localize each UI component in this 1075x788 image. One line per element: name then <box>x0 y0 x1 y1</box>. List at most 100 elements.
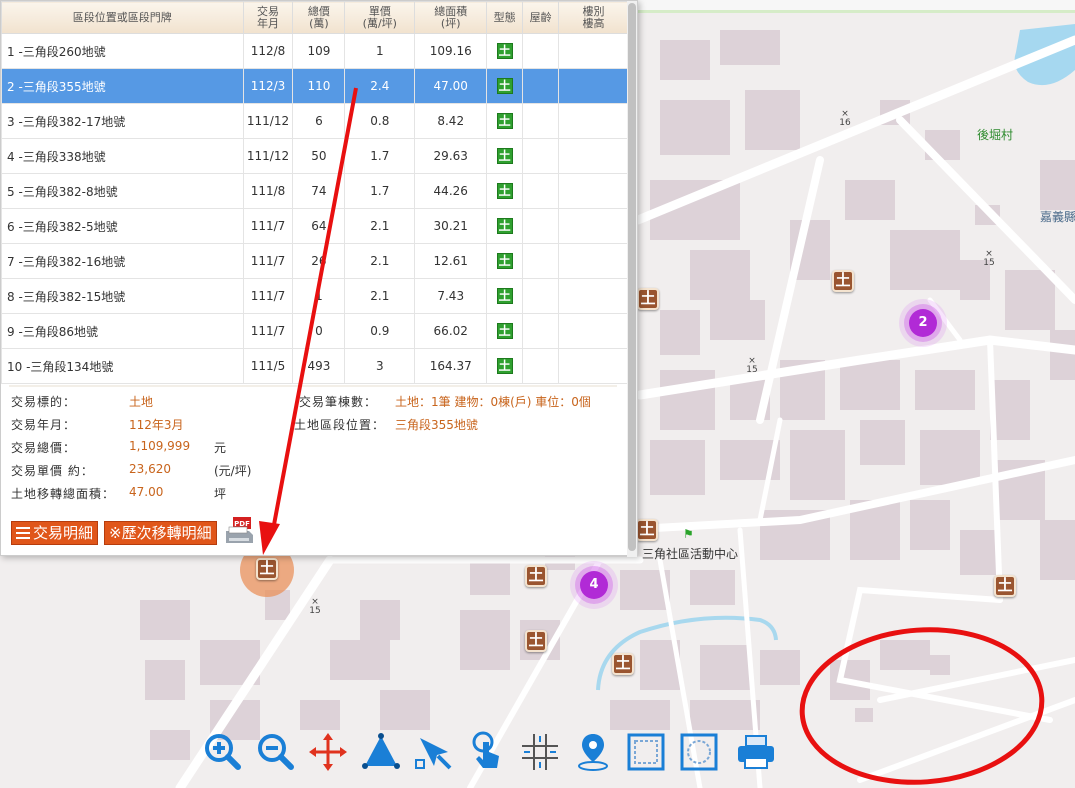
land-marker[interactable]: 土 <box>525 565 547 587</box>
cell-unit-price: 2.1 <box>344 243 416 279</box>
total-price-value: 1,109,999 <box>129 439 191 453</box>
unit-price-label: 交易單價 約： <box>11 464 94 478</box>
table-row[interactable]: 3 -三角段382-17地號 111/12 6 0.8 8.42 土 <box>1 103 629 139</box>
cell-location: 4 -三角段338地號 <box>1 138 244 174</box>
cell-type: 土 <box>486 138 524 174</box>
cell-total-price: 493 <box>292 348 346 384</box>
table-row[interactable]: 7 -三角段382-16地號 111/7 26 2.1 12.61 土 <box>1 243 629 279</box>
cell-location: 9 -三角段86地號 <box>1 313 244 349</box>
cell-type: 土 <box>486 68 524 104</box>
cell-total-area: 164.37 <box>414 348 488 384</box>
scrollbar-thumb[interactable] <box>628 3 636 551</box>
cell-trade-date: 111/12 <box>242 103 294 139</box>
cell-location: 3 -三角段382-17地號 <box>1 103 244 139</box>
land-marker[interactable]: 土 <box>525 630 547 652</box>
cell-unit-price: 1 <box>344 33 416 69</box>
position-value: 三角段355地號 <box>395 418 478 432</box>
cell-type: 土 <box>486 33 524 69</box>
cell-total-area: 44.26 <box>414 173 488 209</box>
zoom-out-icon[interactable] <box>253 730 297 774</box>
road-number-16: × 16 <box>839 109 851 128</box>
cell-floor <box>558 208 629 244</box>
cell-type: 土 <box>486 243 524 279</box>
transaction-panel: 區段位置或區段門牌 交易 年月 總價 (萬) 單價 (萬/坪) 總面積 (坪) 型態 屋… <box>0 0 638 557</box>
cell-type: 土 <box>486 208 524 244</box>
cell-unit-price: 2.1 <box>344 278 416 314</box>
cell-total-area: 12.61 <box>414 243 488 279</box>
subject-value: 土地 <box>129 395 154 409</box>
frame-square-icon[interactable] <box>624 730 668 774</box>
pdf-print-icon[interactable]: PDF <box>223 515 255 547</box>
panel-scrollbar[interactable] <box>627 1 637 557</box>
table-row[interactable]: 4 -三角段338地號 111/12 50 1.7 29.63 土 <box>1 138 629 174</box>
zoom-in-icon[interactable] <box>200 730 244 774</box>
cell-total-price: 74 <box>292 173 346 209</box>
cluster-marker[interactable]: 2 <box>909 309 937 337</box>
cell-type: 土 <box>486 173 524 209</box>
cell-age <box>522 138 560 174</box>
measure-area-icon[interactable] <box>359 730 403 774</box>
print-icon[interactable] <box>734 730 778 774</box>
road-query-icon[interactable] <box>518 730 562 774</box>
cell-age <box>522 173 560 209</box>
cell-trade-date: 112/8 <box>242 33 294 69</box>
cell-age <box>522 278 560 314</box>
cell-unit-price: 2.4 <box>344 68 416 104</box>
land-type-icon: 土 <box>496 113 513 129</box>
cell-total-area: 8.42 <box>414 103 488 139</box>
cell-total-price: 6 <box>292 103 346 139</box>
road-number-15-center: × 15 <box>746 356 758 375</box>
land-marker[interactable]: 土 <box>612 653 634 675</box>
frame-circle-icon[interactable] <box>677 730 721 774</box>
header-location: 區段位置或區段門牌 <box>1 1 244 34</box>
cell-total-area: 7.43 <box>414 278 488 314</box>
trade-date-label: 交易年月： <box>11 418 77 432</box>
subject-label: 交易標的： <box>11 395 77 409</box>
land-type-icon: 土 <box>496 78 513 94</box>
header-total-area: 總面積 (坪) <box>414 1 488 34</box>
trade-detail-button[interactable]: 交易明細 <box>11 521 99 545</box>
cell-total-price: 26 <box>292 243 346 279</box>
land-type-icon: 土 <box>496 358 513 374</box>
cell-total-area: 29.63 <box>414 138 488 174</box>
area-label: 土地移轉總面積： <box>11 487 116 501</box>
table-row[interactable]: 6 -三角段382-5地號 111/7 64 2.1 30.21 土 <box>1 208 629 244</box>
cell-age <box>522 103 560 139</box>
header-total-price: 總價 (萬) <box>292 1 346 34</box>
road-number-15-west: × 15 <box>309 597 321 616</box>
cluster-marker[interactable]: 4 <box>580 571 608 599</box>
land-type-icon: 土 <box>496 148 513 164</box>
cell-total-price: 64 <box>292 208 346 244</box>
cell-total-price: 110 <box>292 68 346 104</box>
cell-type: 土 <box>486 103 524 139</box>
land-marker[interactable]: 土 <box>636 519 658 541</box>
table-row[interactable]: 9 -三角段86地號 111/7 0 0.9 66.02 土 <box>1 313 629 349</box>
cell-floor <box>558 138 629 174</box>
land-marker[interactable]: 土 <box>994 575 1016 597</box>
history-detail-button[interactable]: ※歷次移轉明細 <box>104 521 217 545</box>
land-marker[interactable]: 土 <box>832 270 854 292</box>
village-label: 後堀村 <box>977 128 1014 142</box>
touch-query-icon[interactable] <box>465 730 509 774</box>
select-arrow-icon[interactable] <box>412 730 456 774</box>
land-marker-selected[interactable]: 土 <box>256 558 278 580</box>
table-row[interactable]: 5 -三角段382-8地號 111/8 74 1.7 44.26 土 <box>1 173 629 209</box>
table-row[interactable]: 2 -三角段355地號 112/3 110 2.4 47.00 土 <box>1 68 629 104</box>
cell-trade-date: 111/7 <box>242 278 294 314</box>
table-row[interactable]: 8 -三角段382-15地號 111/7 1 2.1 7.43 土 <box>1 278 629 314</box>
cell-age <box>522 33 560 69</box>
cell-location: 6 -三角段382-5地號 <box>1 208 244 244</box>
land-type-icon: 土 <box>496 183 513 199</box>
pan-icon[interactable] <box>306 730 350 774</box>
transaction-detail: 交易標的： 土地 交易年月： 112年3月 交易總價： 1,109,999 元 … <box>9 385 617 505</box>
location-pin-icon[interactable] <box>571 730 615 774</box>
land-type-icon: 土 <box>496 253 513 269</box>
unit-price-value: 23,620 <box>129 462 171 476</box>
table-row[interactable]: 10 -三角段134地號 111/5 493 3 164.37 土 <box>1 348 629 384</box>
cell-floor <box>558 243 629 279</box>
total-price-label: 交易總價： <box>11 441 77 455</box>
land-marker[interactable]: 土 <box>637 288 659 310</box>
land-type-icon: 土 <box>496 43 513 59</box>
table-row[interactable]: 1 -三角段260地號 112/8 109 1 109.16 土 <box>1 33 629 69</box>
header-type: 型態 <box>486 1 524 34</box>
